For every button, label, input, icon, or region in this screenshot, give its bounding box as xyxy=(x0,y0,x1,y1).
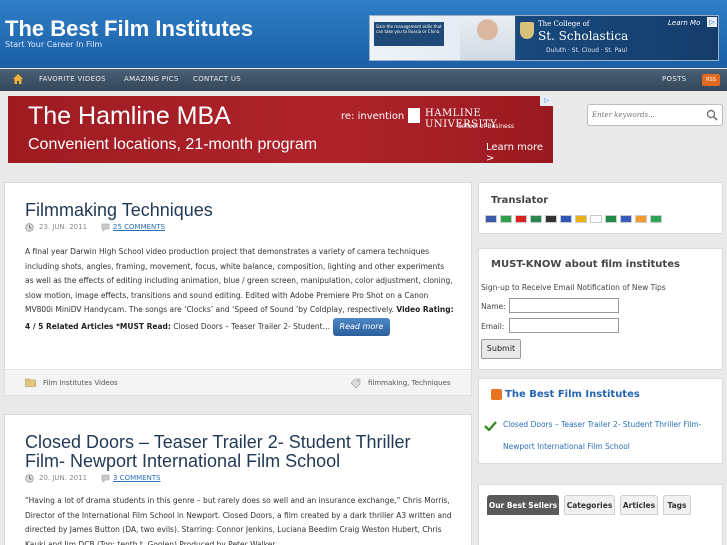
home-icon[interactable] xyxy=(12,73,24,85)
post-title[interactable]: Closed Doors – Teaser Trailer 2- Student… xyxy=(25,433,445,471)
ad-college-line: The College of xyxy=(538,20,590,28)
post-tags[interactable]: filmmaking, Techniques xyxy=(368,379,451,387)
tag-icon xyxy=(350,378,361,388)
name-label: Name: xyxy=(481,302,506,311)
comments-link[interactable]: 3 COMMENTS xyxy=(113,474,161,482)
comments-link[interactable]: 25 COMMENTS xyxy=(113,223,165,231)
tab-articles[interactable]: Articles xyxy=(620,495,658,515)
clock-icon xyxy=(25,223,34,232)
folder-icon xyxy=(25,378,36,387)
ad-person-image xyxy=(460,16,515,60)
tab-categories[interactable]: Categories xyxy=(564,495,615,515)
mba-ad-school: School of Business xyxy=(458,123,514,130)
rss-widget: The Best Film Institutes Closed Doors – … xyxy=(478,378,723,464)
rss-icon xyxy=(491,389,502,400)
clock-icon xyxy=(25,474,34,483)
flag-spanish-icon[interactable] xyxy=(575,215,587,223)
read-more-button[interactable]: Read more xyxy=(332,317,391,336)
hamline-logo-icon xyxy=(408,108,420,123)
flag-arabic-icon[interactable] xyxy=(605,215,617,223)
mba-banner-ad[interactable]: The Hamline MBA Convenient locations, 21… xyxy=(8,96,553,163)
site-header: The Best Film Institutes Start Your Care… xyxy=(0,0,727,68)
post-excerpt: “Having a lot of drama students in this … xyxy=(25,496,452,545)
mba-ad-reinvention: re: invention xyxy=(341,111,405,122)
flag-japanese-icon[interactable] xyxy=(590,215,602,223)
mba-ad-subtitle: Convenient locations, 21-month program xyxy=(28,136,318,153)
flag-chinese-icon[interactable] xyxy=(515,215,527,223)
search-input[interactable] xyxy=(592,108,702,122)
rss-item-link[interactable]: Closed Doors – Teaser Trailer 2- Student… xyxy=(503,414,713,458)
flag-french-icon[interactable] xyxy=(560,215,572,223)
comment-icon xyxy=(101,474,110,483)
mba-ad-learn-more[interactable]: Learn more > xyxy=(486,142,553,163)
post-card: Closed Doors – Teaser Trailer 2- Student… xyxy=(4,414,472,545)
tabs-widget: Our Best Sellers Categories Articles Tag… xyxy=(478,484,723,545)
signup-text: Sign-up to Receive Email Notification of… xyxy=(481,283,666,292)
rss-feed-icon[interactable]: RSS xyxy=(702,74,720,86)
site-title[interactable]: The Best Film Institutes xyxy=(5,16,253,42)
flag-russian-icon[interactable] xyxy=(620,215,632,223)
nav-contact-us[interactable]: CONTACT US xyxy=(193,75,241,83)
search-box xyxy=(587,104,723,126)
nav-amazing-pics[interactable]: AMAZING PICS xyxy=(124,75,179,83)
post-title[interactable]: Filmmaking Techniques xyxy=(25,201,213,220)
flag-english-icon[interactable] xyxy=(485,215,497,223)
ad-choices-icon[interactable]: ▷ xyxy=(707,17,717,27)
post-card: Filmmaking Techniques 23. JUN. 2011 25 C… xyxy=(4,182,472,396)
tab-tags[interactable]: Tags xyxy=(663,495,691,515)
tab-best-sellers[interactable]: Our Best Sellers xyxy=(487,495,559,515)
ad-school-name: St. Scholastica xyxy=(538,29,629,43)
post-date: 20. JUN. 2011 xyxy=(39,474,88,482)
email-label: Email: xyxy=(481,322,505,331)
nav-posts[interactable]: POSTS xyxy=(662,75,686,83)
ad-learn-more[interactable]: Learn Mo xyxy=(668,19,700,27)
college-crest-icon xyxy=(520,22,534,39)
post-related-link[interactable]: Closed Doors – Teaser Trailer 2- Student… xyxy=(171,322,330,331)
flag-german-icon[interactable] xyxy=(545,215,557,223)
search-icon[interactable] xyxy=(706,109,718,121)
main-nav: FAVORITE VIDEOS AMAZING PICS CONTACT US … xyxy=(0,69,727,91)
mustknow-widget: MUST-KNOW about film institutes Sign-up … xyxy=(478,248,723,370)
rss-widget-title[interactable]: The Best Film Institutes xyxy=(505,389,640,400)
flag-italian-icon[interactable] xyxy=(500,215,512,223)
nav-favorite-videos[interactable]: FAVORITE VIDEOS xyxy=(39,75,106,83)
comment-icon xyxy=(101,223,110,232)
flag-portuguese-icon[interactable] xyxy=(530,215,542,223)
site-tagline: Start Your Career In Film xyxy=(5,40,103,49)
mustknow-title: MUST-KNOW about film institutes xyxy=(491,259,680,270)
category-link[interactable]: Film Institutes Videos xyxy=(43,379,118,387)
check-icon xyxy=(484,421,497,431)
ad-choices-icon[interactable]: ▷ xyxy=(540,96,553,106)
translator-widget: Translator xyxy=(478,182,723,234)
ad-inset-text: Gain the management skills that can take… xyxy=(374,22,444,46)
email-field[interactable] xyxy=(509,318,619,333)
translator-title: Translator xyxy=(491,195,549,206)
post-footer: Film Institutes Videos filmmaking, Techn… xyxy=(5,369,471,395)
name-field[interactable] xyxy=(509,298,619,313)
top-banner-ad[interactable]: Gain the management skills that can take… xyxy=(369,15,719,61)
flag-irish-icon[interactable] xyxy=(650,215,662,223)
mba-ad-title: The Hamline MBA xyxy=(28,102,231,130)
flag-hindi-icon[interactable] xyxy=(635,215,647,223)
post-date: 23. JUN. 2011 xyxy=(39,223,88,231)
post-excerpt: A final year Darwin High School video pr… xyxy=(25,245,455,336)
post-excerpt-text: A final year Darwin High School video pr… xyxy=(25,247,453,314)
ad-cities: Duluth · St. Cloud · St. Paul xyxy=(546,47,628,54)
submit-button[interactable]: Submit xyxy=(481,339,521,359)
